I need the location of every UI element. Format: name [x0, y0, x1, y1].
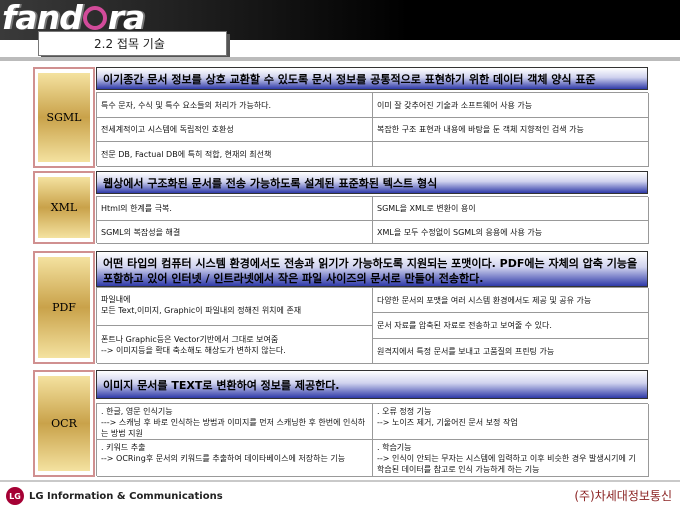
- section-pdf: PDF 어떤 타입의 컴퓨터 시스템 환경에서도 전송과 읽기가 가능하도록 지…: [33, 251, 649, 364]
- feature-cell: . 오류 정정 기능 --> 노이즈 제거, 기울어진 문서 보정 작업: [373, 404, 649, 440]
- section-header: 이미지 문서를 TEXT로 변환하여 정보를 제공한다.: [96, 370, 648, 399]
- feature-cell: [373, 142, 649, 167]
- feature-cell: 원격지에서 특정 문서를 보내고 고품질의 프린팅 가능: [373, 339, 649, 364]
- section-label: SGML: [38, 73, 90, 162]
- divider: [0, 57, 680, 61]
- section-header: 이기종간 문서 정보를 상호 교환할 수 있도록 문서 정보를 공통적으로 표현…: [96, 67, 648, 90]
- feature-cell: 전문 DB, Factual DB에 특히 적합, 현재의 최선책: [97, 142, 373, 167]
- footer-divider: [0, 480, 680, 482]
- feature-cell: 폰트나 Graphic등은 Vector기반에서 그대로 보여줌 --> 이미지…: [97, 326, 373, 364]
- section-header: 어떤 타입의 컴퓨터 시스템 환경에서도 전송과 읽기가 가능하도록 지원되는 …: [96, 251, 648, 287]
- section-ocr: OCR 이미지 문서를 TEXT로 변환하여 정보를 제공한다. . 한글, 영…: [33, 370, 649, 477]
- page-title: 2.2 접목 기술: [38, 31, 227, 56]
- section-xml: XML 웹상에서 구조화된 문서를 전송 가능하도록 설계된 표준화된 텍스트 …: [33, 171, 649, 244]
- feature-cell: . 한글, 영문 인식기능 ---> 스캐닝 후 바로 인식하는 방법과 이미지…: [97, 404, 373, 440]
- feature-cell: 전세계적이고 시스템에 독립적인 호환성: [97, 118, 373, 142]
- company-name: (주)차세대정보통신: [574, 489, 672, 503]
- fandora-logo: fand ra: [2, 0, 145, 37]
- feature-cell: 파일내에 모든 Text,이미지, Graphic이 파일내의 정해진 위치에 …: [97, 288, 373, 326]
- section-sgml: SGML 이기종간 문서 정보를 상호 교환할 수 있도록 문서 정보를 공통적…: [33, 67, 649, 168]
- feature-cell: 문서 자료를 압축된 자료로 전송하고 보여줄 수 있다.: [373, 313, 649, 339]
- section-label-box: OCR: [33, 370, 95, 477]
- lg-logo-icon: LG: [6, 487, 24, 505]
- feature-grid: 특수 문자, 수식 및 특수 요소들의 처리가 가능하다. 이미 잘 갖추어진 …: [96, 92, 649, 167]
- feature-cell: 복잡한 구조 표현과 내용에 바탕을 둔 객체 지향적인 검색 가능: [373, 118, 649, 142]
- lg-brand: LG LG Information & Communications: [6, 487, 223, 505]
- feature-grid: Html의 한계를 극복. SGML을 XML로 변환이 용이 SGML의 복잡…: [96, 196, 649, 244]
- section-label: PDF: [38, 257, 90, 358]
- feature-cell: . 키워드 추출 --> OCRing후 문서의 키워드를 추출하여 데이타베이…: [97, 440, 373, 477]
- feature-cell: XML을 모두 수정없이 SGML의 응용에 사용 가능: [373, 221, 649, 244]
- feature-cell: Html의 한계를 극복.: [97, 197, 373, 221]
- feature-grid: . 한글, 영문 인식기능 ---> 스캐닝 후 바로 인식하는 방법과 이미지…: [96, 403, 649, 477]
- logo-ring-icon: [82, 5, 107, 30]
- section-label-box: XML: [33, 171, 95, 244]
- section-label-box: SGML: [33, 67, 95, 168]
- section-label: OCR: [38, 376, 90, 471]
- feature-cell: . 학습기능 --> 인식이 안되는 무자는 시스템에 입력하고 이후 비슷한 …: [373, 440, 649, 477]
- feature-cell: 다양한 문서의 포맷을 여러 시스템 환경에서도 제공 및 공유 가능: [373, 288, 649, 313]
- feature-cell: SGML을 XML로 변환이 용이: [373, 197, 649, 221]
- lg-brand-text: LG Information & Communications: [29, 490, 223, 502]
- feature-cell: 이미 잘 갖추어진 기술과 소프트웨어 사용 가능: [373, 93, 649, 118]
- feature-grid: 파일내에 모든 Text,이미지, Graphic이 파일내의 정해진 위치에 …: [96, 287, 649, 364]
- section-header: 웹상에서 구조화된 문서를 전송 가능하도록 설계된 표준화된 텍스트 형식: [96, 171, 648, 194]
- section-label-box: PDF: [33, 251, 95, 364]
- section-label: XML: [38, 177, 90, 238]
- feature-cell: 특수 문자, 수식 및 특수 요소들의 처리가 가능하다.: [97, 93, 373, 118]
- feature-cell: SGML의 복잡성을 해결: [97, 221, 373, 244]
